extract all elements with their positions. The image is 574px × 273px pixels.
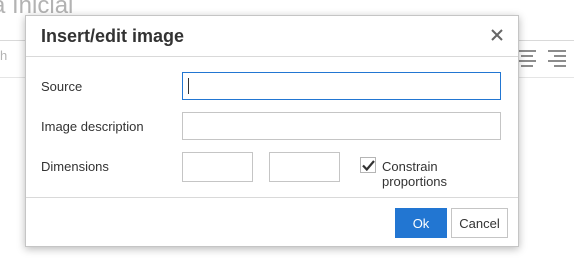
dialog-title: Insert/edit image <box>41 26 185 46</box>
height-input[interactable] <box>269 152 340 182</box>
dialog-body: Source Image description Dimensions x Co… <box>26 57 518 197</box>
image-description-input[interactable] <box>182 112 501 140</box>
insert-image-dialog: Insert/edit image Source Image descripti… <box>25 15 519 247</box>
image-description-label: Image description <box>41 119 144 134</box>
align-center-icon[interactable] <box>518 50 536 67</box>
text-caret <box>188 78 189 94</box>
source-row: Source <box>41 72 504 102</box>
dialog-header: Insert/edit image <box>26 16 518 57</box>
constrain-proportions-checkbox[interactable] <box>360 157 376 173</box>
align-right-icon[interactable] <box>548 50 566 67</box>
ok-button[interactable]: Ok <box>395 208 447 238</box>
source-input[interactable] <box>182 72 501 100</box>
close-icon <box>491 29 503 41</box>
checkmark-icon <box>361 159 375 171</box>
align-icons <box>518 50 566 67</box>
close-button[interactable] <box>486 24 508 46</box>
dimensions-label: Dimensions <box>41 159 109 174</box>
source-label: Source <box>41 79 83 94</box>
dialog-footer: Ok Cancel <box>26 197 518 246</box>
constrain-proportions-label[interactable]: Constrain proportions <box>382 159 504 189</box>
width-input[interactable] <box>182 152 253 182</box>
cancel-button[interactable]: Cancel <box>451 208 508 238</box>
background-search-stub: h <box>0 48 8 63</box>
dimensions-row: Dimensions x Constrain proportions <box>41 152 504 189</box>
description-row: Image description <box>41 112 504 142</box>
